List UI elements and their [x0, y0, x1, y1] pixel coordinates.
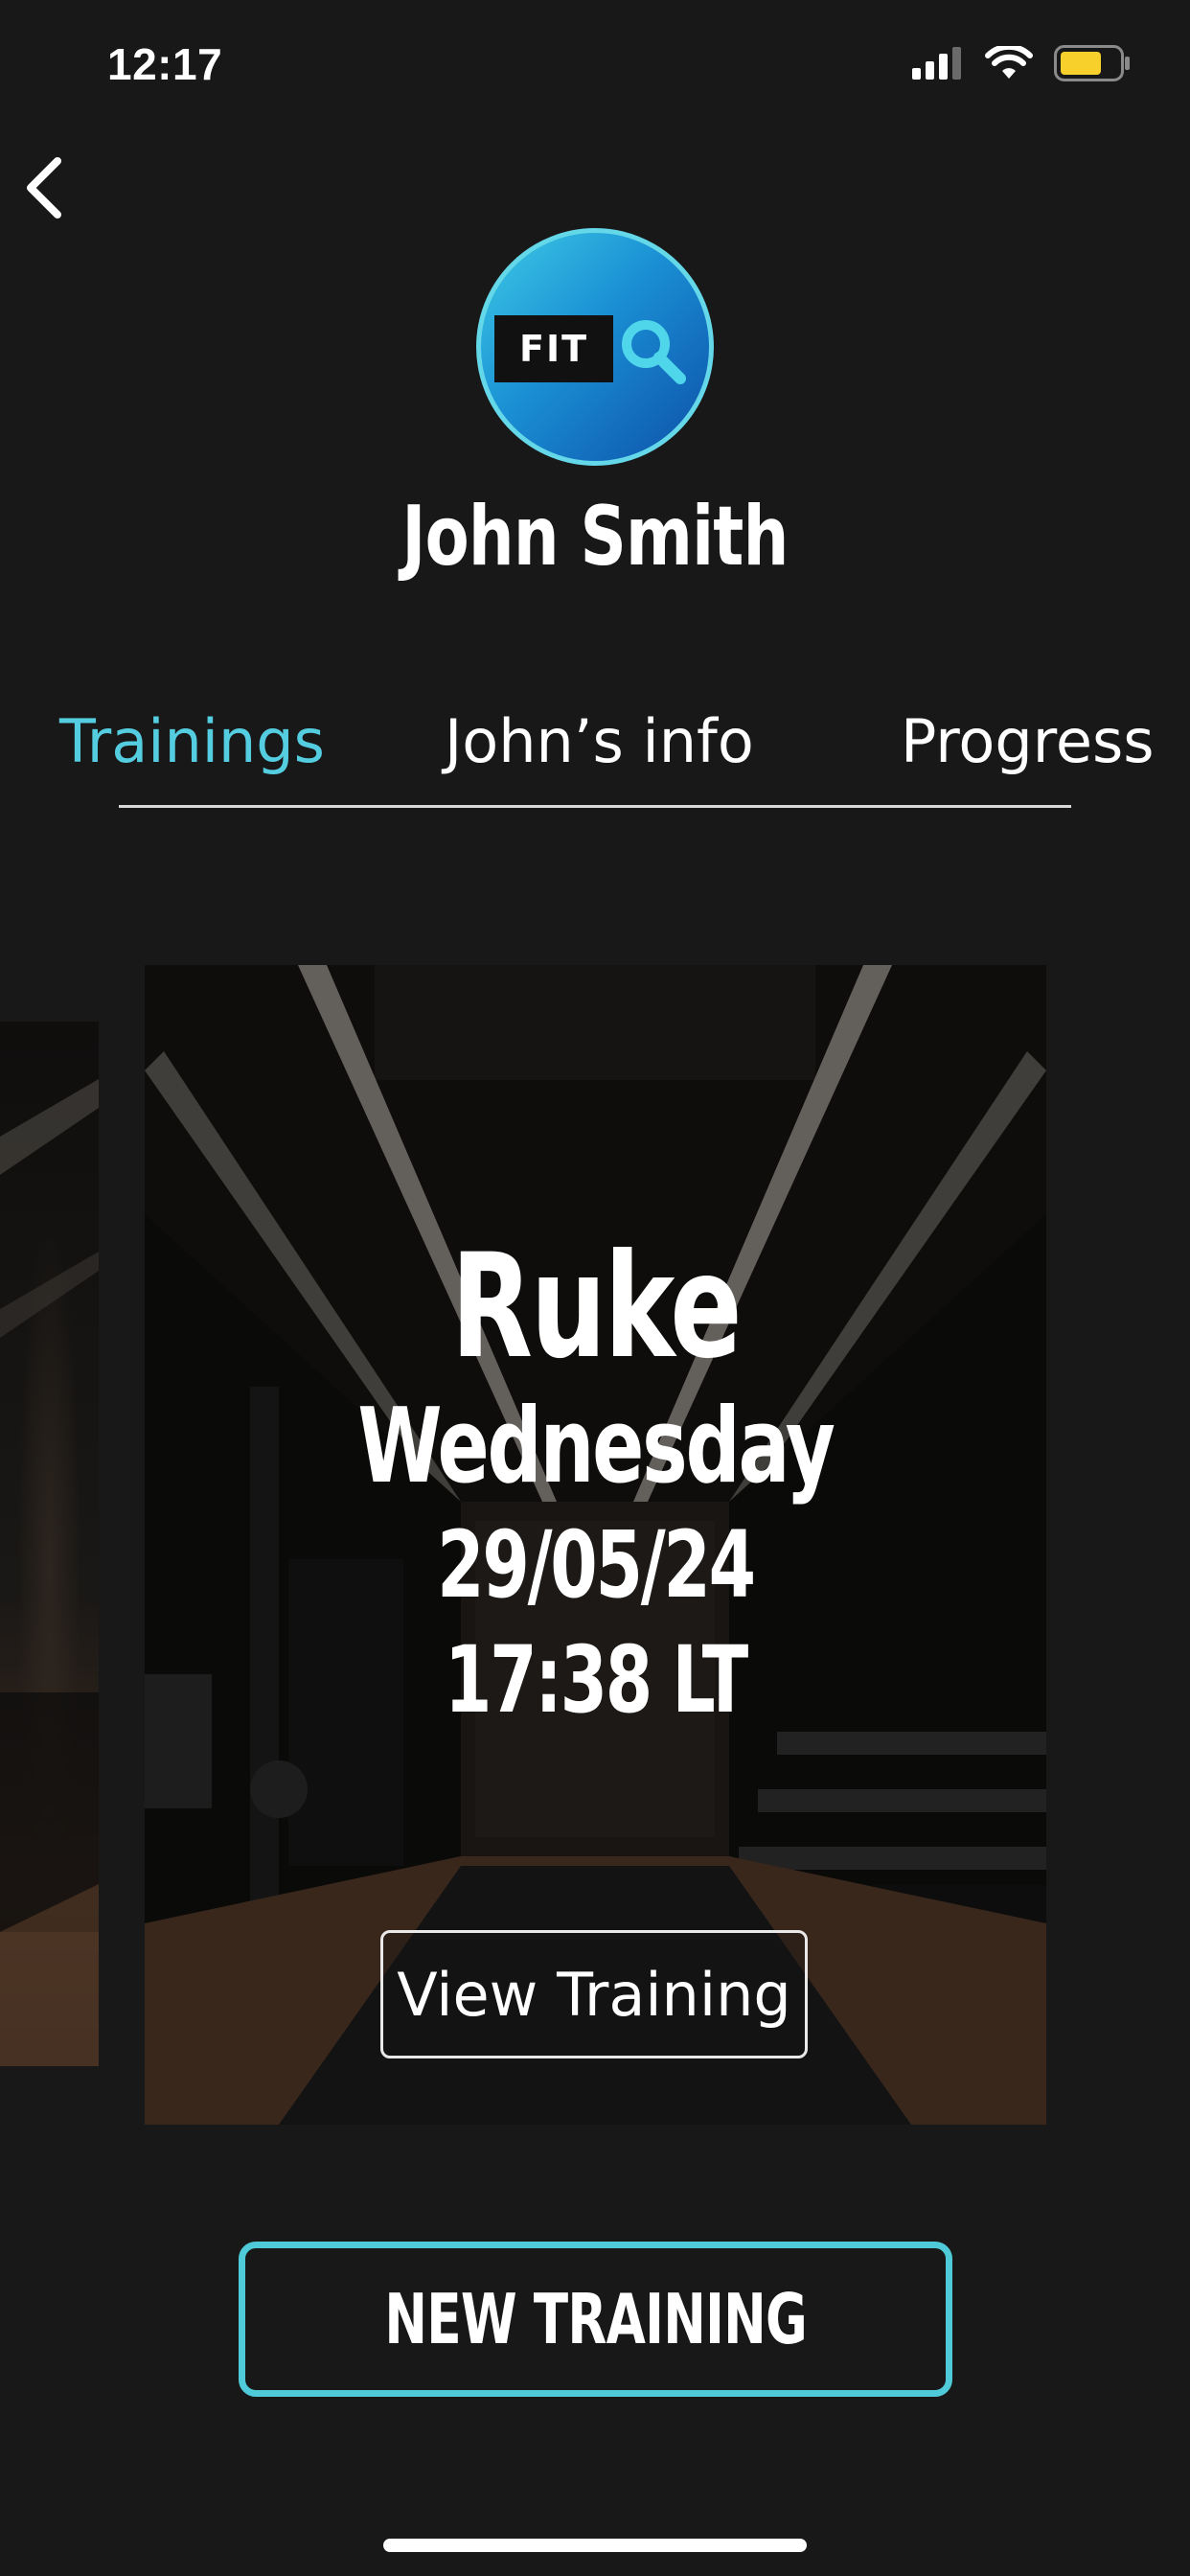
- signal-icon: [912, 47, 961, 80]
- avatar-logo-text: FIT: [494, 315, 613, 382]
- magnifier-icon: [622, 320, 686, 384]
- training-card[interactable]: Ruke Wednesday 29/05/24 17:38 LT View Tr…: [145, 965, 1046, 2125]
- new-training-label: NEW TRAINING: [384, 2279, 807, 2359]
- avatar: FIT: [476, 228, 714, 466]
- training-card-previous[interactable]: [0, 1022, 99, 2066]
- status-icons: [912, 44, 1131, 82]
- tab-progress[interactable]: Progress: [901, 706, 1155, 776]
- new-training-button[interactable]: NEW TRAINING: [239, 2242, 952, 2397]
- gym-scene-image: [0, 1079, 99, 2066]
- tab-underline: [119, 805, 1071, 808]
- home-indicator: [383, 2539, 807, 2552]
- status-time: 12:17: [107, 39, 223, 89]
- view-training-button[interactable]: View Training: [380, 1930, 808, 2058]
- chevron-left-icon: [27, 157, 61, 218]
- training-time: 17:38 LT: [444, 1626, 748, 1734]
- training-date: 29/05/24: [437, 1511, 756, 1619]
- wifi-icon: [985, 46, 1033, 79]
- tab-trainings[interactable]: Trainings: [59, 706, 325, 776]
- user-name: John Smith: [401, 489, 789, 585]
- battery-icon: [1054, 45, 1130, 81]
- training-name: Ruke: [450, 1224, 743, 1391]
- training-day: Wednesday: [357, 1387, 835, 1506]
- tab-johns-info[interactable]: John’s info: [445, 706, 754, 776]
- back-button[interactable]: [17, 153, 75, 222]
